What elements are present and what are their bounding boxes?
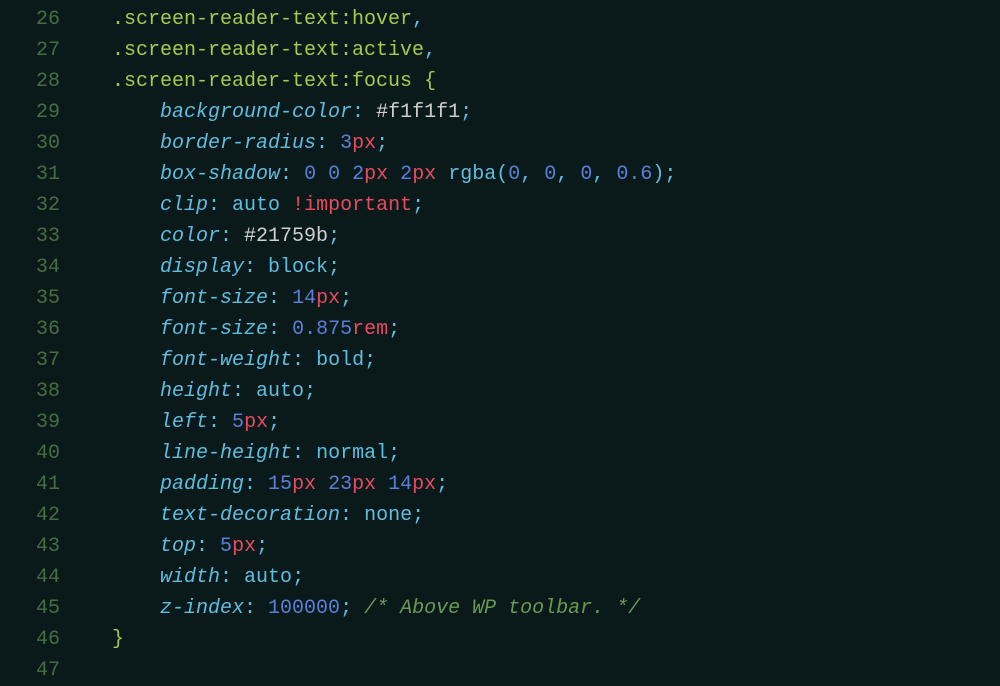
code-editor[interactable]: 26 .screen-reader-text:hover, 27 .screen… xyxy=(0,4,1000,686)
line-number: 28 xyxy=(0,66,88,97)
line-number: 45 xyxy=(0,593,88,624)
line-number: 30 xyxy=(0,128,88,159)
code-content: display: block; xyxy=(88,252,1000,283)
code-line: 26 .screen-reader-text:hover, xyxy=(0,4,1000,35)
code-line: 30 border-radius: 3px; xyxy=(0,128,1000,159)
code-line: 28 .screen-reader-text:focus { xyxy=(0,66,1000,97)
code-line: 42 text-decoration: none; xyxy=(0,500,1000,531)
code-content: background-color: #f1f1f1; xyxy=(88,97,1000,128)
code-line: 45 z-index: 100000; /* Above WP toolbar.… xyxy=(0,593,1000,624)
code-content: padding: 15px 23px 14px; xyxy=(88,469,1000,500)
code-content: clip: auto !important; xyxy=(88,190,1000,221)
line-number: 32 xyxy=(0,190,88,221)
code-line: 33 color: #21759b; xyxy=(0,221,1000,252)
code-line: 44 width: auto; xyxy=(0,562,1000,593)
code-content: .screen-reader-text:active, xyxy=(88,35,1000,66)
code-content: left: 5px; xyxy=(88,407,1000,438)
code-content: border-radius: 3px; xyxy=(88,128,1000,159)
code-content: .screen-reader-text:focus { xyxy=(88,66,1000,97)
code-line: 39 left: 5px; xyxy=(0,407,1000,438)
line-number: 43 xyxy=(0,531,88,562)
line-number: 27 xyxy=(0,35,88,66)
line-number: 36 xyxy=(0,314,88,345)
code-content xyxy=(88,655,1000,686)
line-number: 39 xyxy=(0,407,88,438)
line-number: 26 xyxy=(0,4,88,35)
code-content: font-size: 0.875rem; xyxy=(88,314,1000,345)
code-line: 32 clip: auto !important; xyxy=(0,190,1000,221)
code-line: 38 height: auto; xyxy=(0,376,1000,407)
line-number: 33 xyxy=(0,221,88,252)
line-number: 31 xyxy=(0,159,88,190)
line-number: 38 xyxy=(0,376,88,407)
code-line: 41 padding: 15px 23px 14px; xyxy=(0,469,1000,500)
code-content: } xyxy=(88,624,1000,655)
code-content: .screen-reader-text:hover, xyxy=(88,4,1000,35)
code-line: 27 .screen-reader-text:active, xyxy=(0,35,1000,66)
code-content: font-weight: bold; xyxy=(88,345,1000,376)
code-content: height: auto; xyxy=(88,376,1000,407)
line-number: 41 xyxy=(0,469,88,500)
line-number: 37 xyxy=(0,345,88,376)
line-number: 47 xyxy=(0,655,88,686)
line-number: 34 xyxy=(0,252,88,283)
code-content: color: #21759b; xyxy=(88,221,1000,252)
code-line: 47 xyxy=(0,655,1000,686)
code-line: 40 line-height: normal; xyxy=(0,438,1000,469)
code-line: 46 } xyxy=(0,624,1000,655)
code-line: 35 font-size: 14px; xyxy=(0,283,1000,314)
line-number: 44 xyxy=(0,562,88,593)
code-line: 29 background-color: #f1f1f1; xyxy=(0,97,1000,128)
line-number: 35 xyxy=(0,283,88,314)
line-number: 42 xyxy=(0,500,88,531)
code-line: 43 top: 5px; xyxy=(0,531,1000,562)
code-content: line-height: normal; xyxy=(88,438,1000,469)
code-content: font-size: 14px; xyxy=(88,283,1000,314)
code-content: width: auto; xyxy=(88,562,1000,593)
code-content: box-shadow: 0 0 2px 2px rgba(0, 0, 0, 0.… xyxy=(88,159,1000,190)
code-line: 34 display: block; xyxy=(0,252,1000,283)
code-content: z-index: 100000; /* Above WP toolbar. */ xyxy=(88,593,1000,624)
code-line: 36 font-size: 0.875rem; xyxy=(0,314,1000,345)
line-number: 40 xyxy=(0,438,88,469)
code-content: text-decoration: none; xyxy=(88,500,1000,531)
code-line: 31 box-shadow: 0 0 2px 2px rgba(0, 0, 0,… xyxy=(0,159,1000,190)
code-line: 37 font-weight: bold; xyxy=(0,345,1000,376)
code-content: top: 5px; xyxy=(88,531,1000,562)
line-number: 46 xyxy=(0,624,88,655)
line-number: 29 xyxy=(0,97,88,128)
